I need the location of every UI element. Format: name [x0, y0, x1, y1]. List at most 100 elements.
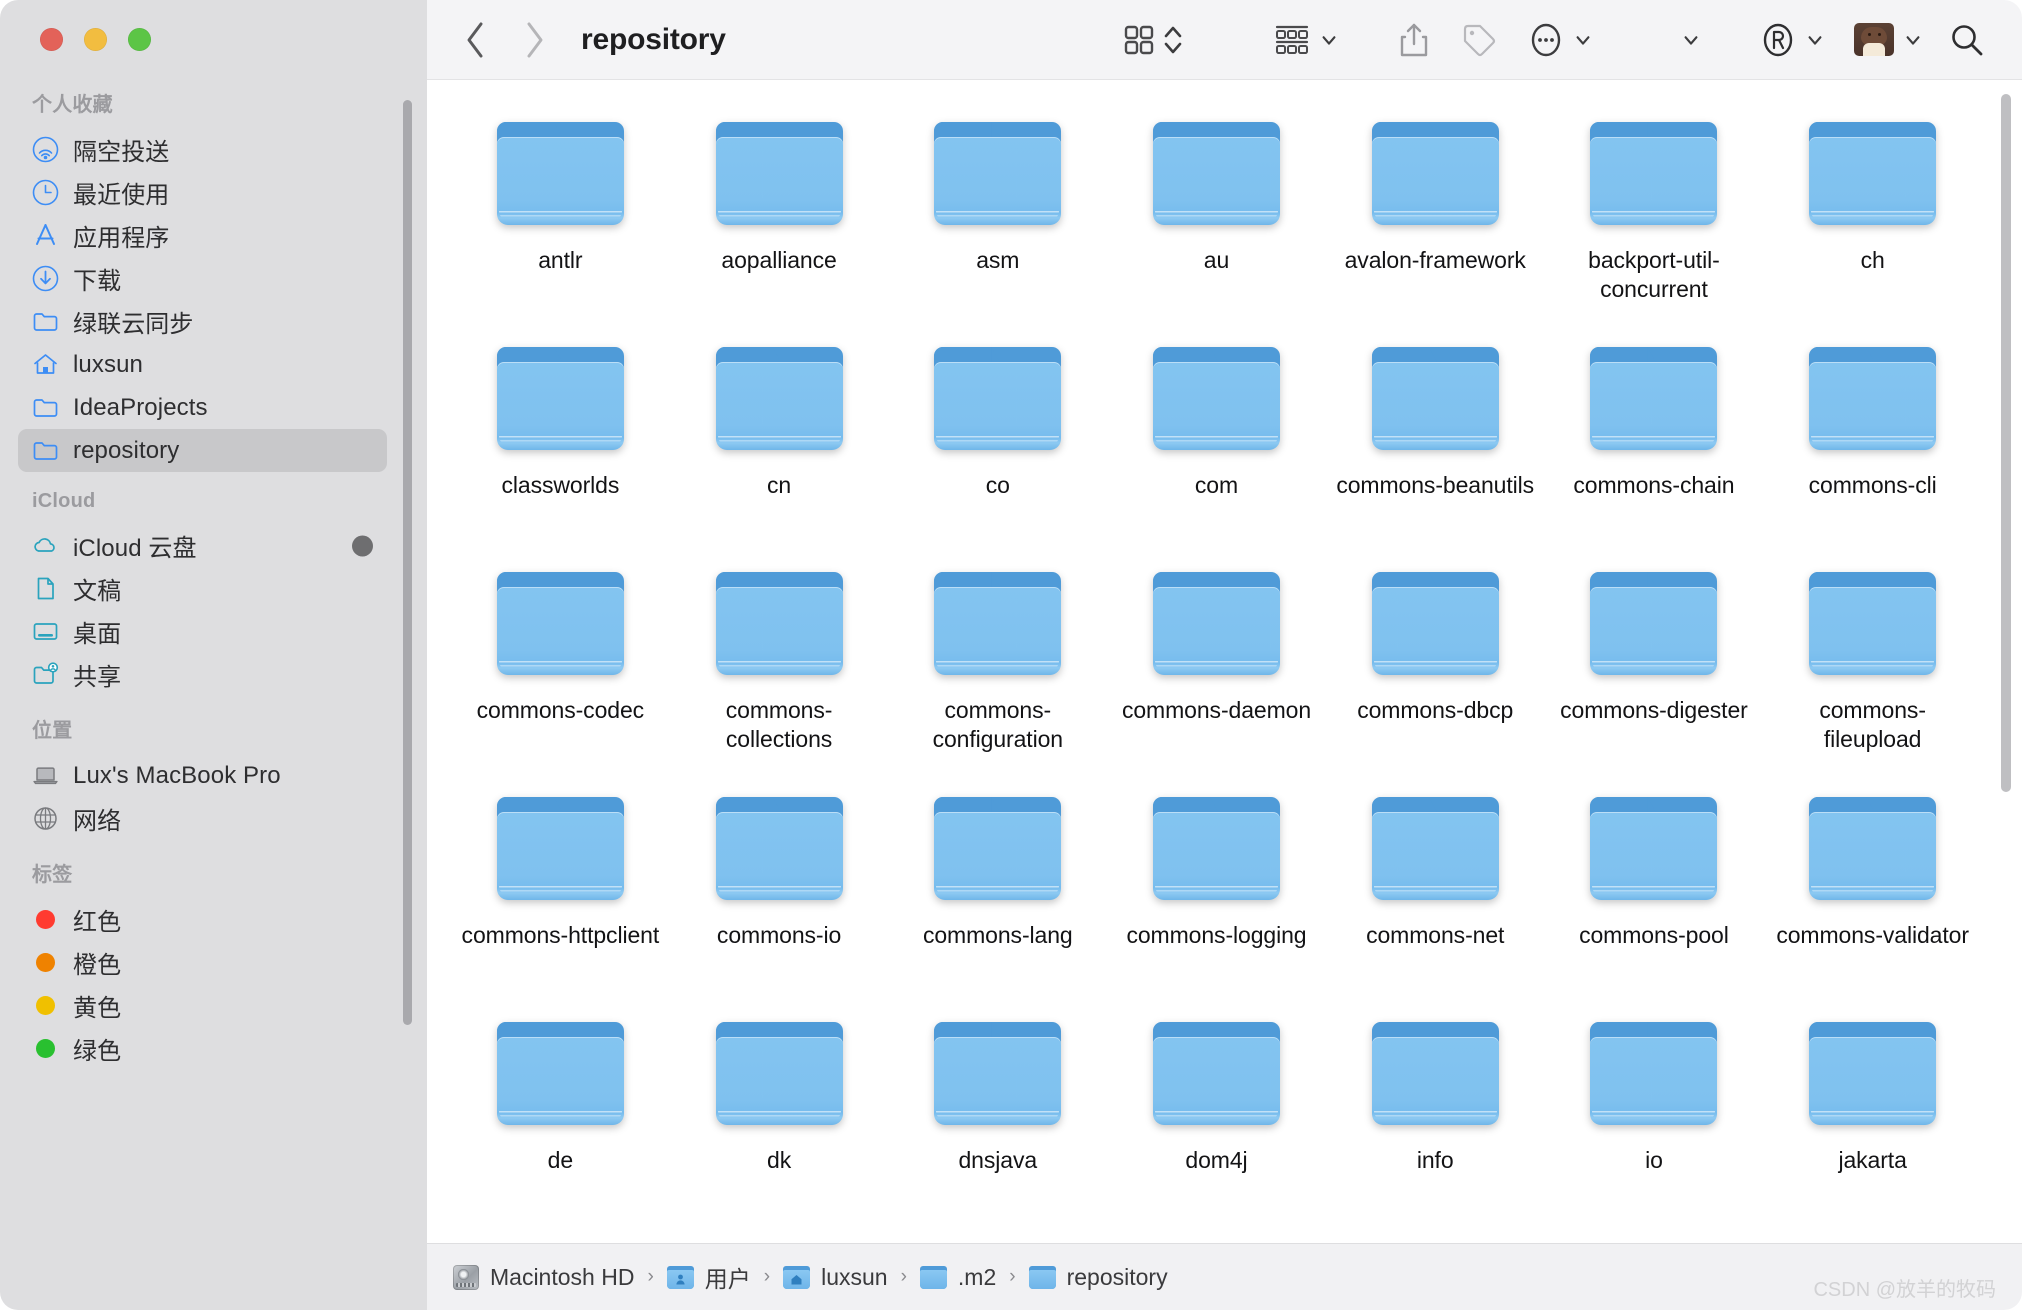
file-grid-item[interactable]: commons-collections	[670, 564, 889, 789]
file-grid-item[interactable]: dom4j	[1107, 1014, 1326, 1239]
more-actions-menu[interactable]	[1574, 16, 1592, 64]
sidebar-item-lux's-macbook-pro[interactable]: Lux's MacBook Pro	[18, 754, 387, 797]
sidebar-item-红色[interactable]: 红色	[18, 898, 387, 941]
file-grid-item[interactable]: commons-digester	[1545, 564, 1764, 789]
sidebar: 个人收藏 隔空投送 最近使用 应用程序 下载 绿联云同步 luxsun Idea…	[0, 0, 427, 1310]
sidebar-item-label: Lux's MacBook Pro	[73, 761, 281, 789]
folder-icon	[1809, 347, 1937, 451]
sidebar-item-最近使用[interactable]: 最近使用	[18, 171, 387, 214]
file-grid-item[interactable]: commons-fileupload	[1763, 564, 1982, 789]
forward-button[interactable]	[511, 17, 557, 63]
sidebar-item-桌面[interactable]: 桌面	[18, 610, 387, 653]
account-avatar[interactable]	[1854, 16, 1894, 64]
sidebar-item-黄色[interactable]: 黄色	[18, 984, 387, 1027]
breadcrumb-item[interactable]: Macintosh HD	[453, 1264, 634, 1291]
page-title: repository	[581, 22, 726, 56]
sidebar-item-共享[interactable]: 共享	[18, 653, 387, 696]
file-grid-item[interactable]: com	[1107, 339, 1326, 564]
tag-button[interactable]	[1460, 16, 1498, 64]
file-grid-item-label: backport-util-concurrent	[1588, 247, 1720, 302]
file-grid-item[interactable]: au	[1107, 114, 1326, 339]
file-grid-item[interactable]: avalon-framework	[1326, 114, 1545, 339]
account-menu[interactable]	[1904, 16, 1922, 64]
file-grid-item[interactable]: info	[1326, 1014, 1545, 1239]
overflow-menu[interactable]	[1682, 16, 1700, 64]
file-grid-item[interactable]: commons-daemon	[1107, 564, 1326, 789]
sidebar-item-label: 红色	[73, 909, 122, 936]
group-by-menu[interactable]	[1320, 16, 1338, 64]
folder-icon	[934, 572, 1062, 676]
breadcrumb-item[interactable]: 用户	[666, 1260, 751, 1294]
share-button[interactable]	[1398, 16, 1430, 64]
view-options-button[interactable]	[1162, 16, 1184, 64]
file-grid-item[interactable]: commons-cli	[1763, 339, 1982, 564]
file-grid-item[interactable]: commons-dbcp	[1326, 564, 1545, 789]
file-grid-item[interactable]: antlr	[451, 114, 670, 339]
search-button[interactable]	[1948, 16, 1986, 64]
sidebar-item-下载[interactable]: 下载	[18, 257, 387, 300]
sidebar-item-label: 应用程序	[73, 225, 170, 252]
back-button[interactable]	[453, 17, 499, 63]
file-grid-item-label: ch	[1860, 247, 1885, 273]
home-folder-icon	[783, 1265, 811, 1289]
minimize-button[interactable]	[84, 28, 107, 51]
file-grid-item[interactable]: commons-logging	[1107, 789, 1326, 1014]
sidebar-item-绿色[interactable]: 绿色	[18, 1027, 387, 1070]
group-by-button[interactable]	[1274, 16, 1310, 64]
icon-view-button[interactable]	[1122, 16, 1156, 64]
file-grid-item[interactable]: commons-lang	[888, 789, 1107, 1014]
file-grid-item[interactable]: commons-httpclient	[451, 789, 670, 1014]
file-grid-item[interactable]: commons-chain	[1545, 339, 1764, 564]
file-grid-item[interactable]: dnsjava	[888, 1014, 1107, 1239]
file-grid-item-label: commons-httpclient	[461, 922, 660, 948]
sidebar-item-label: luxsun	[73, 350, 143, 378]
applications-icon	[32, 222, 59, 249]
file-grid-item[interactable]: dk	[670, 1014, 889, 1239]
registered-menu[interactable]	[1806, 16, 1824, 64]
file-grid-item[interactable]: commons-pool	[1545, 789, 1764, 1014]
sidebar-item-橙色[interactable]: 橙色	[18, 941, 387, 984]
sidebar-item-绿联云同步[interactable]: 绿联云同步	[18, 300, 387, 343]
file-grid-item[interactable]: commons-net	[1326, 789, 1545, 1014]
sidebar-item-应用程序[interactable]: 应用程序	[18, 214, 387, 257]
sidebar-item-网络[interactable]: 网络	[18, 797, 387, 840]
more-actions-button[interactable]	[1528, 16, 1564, 64]
content-scrollbar[interactable]	[2001, 94, 2011, 792]
file-grid-item[interactable]: commons-beanutils	[1326, 339, 1545, 564]
file-grid-item[interactable]: backport-util-concurrent	[1545, 114, 1764, 339]
file-grid-item[interactable]: co	[888, 339, 1107, 564]
file-grid-item[interactable]: jakarta	[1763, 1014, 1982, 1239]
sidebar-item-luxsun[interactable]: luxsun	[18, 343, 387, 386]
registered-button[interactable]	[1760, 16, 1796, 64]
sidebar-item-icloud-云盘[interactable]: iCloud 云盘	[18, 524, 387, 567]
sidebar-item-文稿[interactable]: 文稿	[18, 567, 387, 610]
sidebar-item-label: 下载	[73, 268, 122, 295]
file-grid-item[interactable]: asm	[888, 114, 1107, 339]
file-grid-item-label: de	[547, 1147, 574, 1173]
file-grid-item[interactable]: commons-codec	[451, 564, 670, 789]
sidebar-scrollbar[interactable]	[403, 100, 412, 1025]
breadcrumb-item[interactable]: .m2	[919, 1264, 996, 1291]
file-grid-item[interactable]: commons-configuration	[888, 564, 1107, 789]
file-grid-item[interactable]: de	[451, 1014, 670, 1239]
file-grid-item[interactable]: io	[1545, 1014, 1764, 1239]
avatar-icon	[1854, 23, 1894, 56]
breadcrumb-separator: ›	[647, 1266, 654, 1287]
breadcrumb-item[interactable]: luxsun	[783, 1264, 888, 1291]
eject-icon[interactable]	[352, 535, 373, 556]
maximize-button[interactable]	[128, 28, 151, 51]
file-grid-item[interactable]: cn	[670, 339, 889, 564]
file-grid-item[interactable]: classworlds	[451, 339, 670, 564]
file-grid-item[interactable]: aopalliance	[670, 114, 889, 339]
sidebar-item-repository[interactable]: repository	[18, 429, 387, 472]
breadcrumb-item[interactable]: repository	[1028, 1264, 1168, 1291]
file-grid-item[interactable]: commons-validator	[1763, 789, 1982, 1014]
file-grid-item[interactable]: ch	[1763, 114, 1982, 339]
breadcrumb-label: Macintosh HD	[490, 1263, 635, 1290]
file-grid-item[interactable]: commons-io	[670, 789, 889, 1014]
file-grid: antlr aopalliance asm au avalon-framework bac…	[427, 80, 2022, 1239]
close-button[interactable]	[40, 28, 63, 51]
sidebar-item-隔空投送[interactable]: 隔空投送	[18, 128, 387, 171]
sidebar-item-ideaprojects[interactable]: IdeaProjects	[18, 386, 387, 429]
file-grid-item-label: commons-dbcp	[1357, 697, 1514, 723]
